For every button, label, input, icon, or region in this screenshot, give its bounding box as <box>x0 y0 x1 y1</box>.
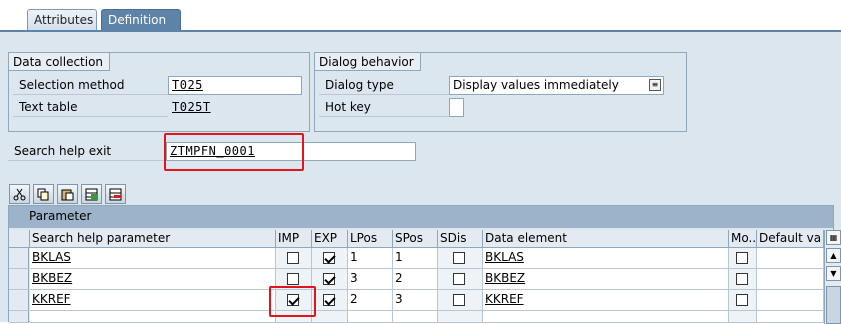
dialog-behavior-title: Dialog behavior <box>315 53 421 71</box>
search-help-exit-label: Search help exit <box>8 141 166 161</box>
row-selector[interactable] <box>9 290 29 311</box>
search-help-exit-highlight <box>164 133 304 171</box>
mod-checkbox[interactable] <box>735 252 748 264</box>
empty-cell[interactable] <box>483 311 729 323</box>
param-cell[interactable]: KKREF <box>30 290 276 311</box>
data-element-cell[interactable]: BKBEZ <box>483 269 729 290</box>
tab-definition[interactable]: Definition <box>101 9 181 31</box>
imp-checkbox[interactable] <box>286 252 299 264</box>
param-cell[interactable]: BKLAS <box>30 248 276 269</box>
dialog-type-value: Display values immediately <box>453 78 619 92</box>
empty-cell[interactable] <box>729 311 757 323</box>
mod-checkbox[interactable] <box>735 273 748 285</box>
imp-checkbox[interactable] <box>286 273 299 285</box>
row-selector-header[interactable] <box>9 230 30 248</box>
param-cell[interactable]: BKBEZ <box>30 269 276 290</box>
spos-cell[interactable]: 2 <box>393 269 438 290</box>
row-selector[interactable] <box>9 269 29 290</box>
spos-cell[interactable]: 3 <box>393 290 438 311</box>
spos-cell[interactable]: 1 <box>393 248 438 269</box>
parameter-table: Parameter Search help parameter IMP EXP … <box>8 205 841 324</box>
table-scrollbar[interactable]: ▦ ▲ ▼ <box>824 230 841 324</box>
sdis-checkbox-cell[interactable] <box>438 290 483 311</box>
exp-checkbox[interactable] <box>322 252 335 264</box>
tab-strip: Attributes Definition <box>0 0 841 31</box>
data-element-cell[interactable]: KKREF <box>483 290 729 311</box>
sdis-checkbox[interactable] <box>453 273 465 285</box>
empty-cell[interactable] <box>312 311 348 323</box>
lpos-cell[interactable]: 1 <box>348 248 393 269</box>
dialog-type-select[interactable]: Display values immediately ≡ <box>449 76 664 95</box>
scroll-thumb[interactable] <box>826 286 841 324</box>
hot-key-field[interactable] <box>449 98 464 117</box>
empty-cell[interactable] <box>348 311 393 323</box>
dropdown-icon[interactable]: ≡ <box>649 79 661 91</box>
mod-checkbox-cell[interactable] <box>729 248 757 269</box>
row-selector[interactable] <box>9 248 29 269</box>
hot-key-label: Hot key <box>319 97 449 117</box>
dialog-type-label: Dialog type <box>319 75 449 95</box>
selection-method-label: Selection method <box>13 75 168 95</box>
col-header-modified[interactable]: Mo... <box>729 230 757 248</box>
insert-row-icon[interactable] <box>81 184 102 204</box>
data-element-cell[interactable]: BKLAS <box>483 248 729 269</box>
data-collection-title: Data collection <box>9 53 111 71</box>
exp-checkbox-cell[interactable] <box>312 290 348 311</box>
exp-checkbox[interactable] <box>322 273 335 285</box>
imp-highlight <box>269 286 316 317</box>
exp-checkbox-cell[interactable] <box>312 269 348 290</box>
data-collection-group: Data collection Selection method T025 Te… <box>8 52 310 132</box>
exp-checkbox[interactable] <box>322 294 335 306</box>
mod-checkbox-cell[interactable] <box>729 290 757 311</box>
scroll-up-icon[interactable]: ▲ <box>826 248 841 263</box>
default-value-cell[interactable] <box>757 248 824 269</box>
tab-attributes[interactable]: Attributes <box>27 9 97 31</box>
col-header-exp[interactable]: EXP <box>312 230 348 248</box>
default-value-cell[interactable] <box>757 290 824 311</box>
row-selector[interactable] <box>9 311 29 323</box>
mod-checkbox-cell[interactable] <box>729 269 757 290</box>
selection-method-field[interactable]: T025 <box>168 76 302 95</box>
col-header-imp[interactable]: IMP <box>276 230 312 248</box>
sdis-checkbox-cell[interactable] <box>438 269 483 290</box>
text-table-field[interactable]: T025T <box>168 98 302 117</box>
scroll-down-icon[interactable]: ▼ <box>826 266 841 281</box>
delete-row-icon[interactable] <box>105 184 126 204</box>
col-header-default-value[interactable]: Default va <box>757 230 824 248</box>
empty-cell[interactable] <box>393 311 438 323</box>
sdis-checkbox[interactable] <box>453 294 465 306</box>
col-header-search-help-parameter[interactable]: Search help parameter <box>30 230 276 248</box>
lpos-cell[interactable]: 2 <box>348 290 393 311</box>
mod-checkbox[interactable] <box>735 294 748 306</box>
cut-icon[interactable] <box>9 184 30 204</box>
paste-icon[interactable] <box>57 184 78 204</box>
col-header-spos[interactable]: SPos <box>393 230 438 248</box>
col-header-sdis[interactable]: SDis <box>438 230 483 248</box>
empty-cell[interactable] <box>757 311 824 323</box>
empty-cell[interactable] <box>30 311 276 323</box>
imp-checkbox-cell[interactable] <box>276 248 312 269</box>
col-header-data-element[interactable]: Data element <box>483 230 729 248</box>
lpos-cell[interactable]: 3 <box>348 269 393 290</box>
sdis-checkbox-cell[interactable] <box>438 248 483 269</box>
default-value-cell[interactable] <box>757 269 824 290</box>
parameter-table-title: Parameter <box>9 206 833 228</box>
dialog-behavior-group: Dialog behavior Dialog type Display valu… <box>314 52 687 132</box>
copy-icon[interactable] <box>33 184 54 204</box>
exp-checkbox-cell[interactable] <box>312 248 348 269</box>
text-table-label: Text table <box>13 97 168 117</box>
empty-cell[interactable] <box>438 311 483 323</box>
sdis-checkbox[interactable] <box>453 252 465 264</box>
col-header-lpos[interactable]: LPos <box>348 230 393 248</box>
column-settings-icon[interactable]: ▦ <box>826 230 841 245</box>
